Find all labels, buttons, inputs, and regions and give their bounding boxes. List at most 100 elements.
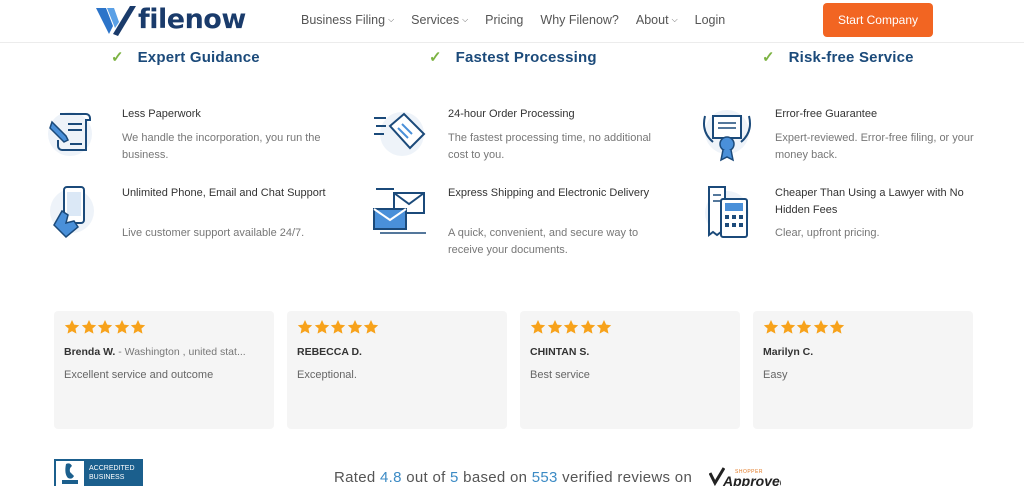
review-card: CHINTAN S. Best service: [520, 311, 740, 429]
star-icon: [796, 320, 812, 334]
reviewer-name-text: Brenda W.: [64, 346, 116, 358]
reviewer-name: Brenda W. - Washington , united stat...: [64, 346, 269, 358]
logo-text: filenow: [138, 4, 246, 35]
nav-why-filenow[interactable]: Why Filenow?: [540, 13, 619, 27]
certificate-award-icon: [703, 110, 751, 162]
star-icon: [114, 320, 129, 334]
review-text: Best service: [530, 369, 590, 381]
reviewer-name: REBECCA D.: [297, 346, 502, 358]
bbb-seal-icon: [56, 461, 84, 486]
chevron-down-icon: ⌵: [388, 15, 395, 24]
checkmark-icon: ✓: [111, 49, 124, 66]
star-icon: [813, 320, 828, 334]
main-nav: Business Filing ⌵ Services ⌵ Pricing Why F…: [301, 0, 742, 40]
rating-summary: Rated 4.8 out of 5 based on 553 verified…: [334, 469, 692, 486]
column-title: Fastest Processing: [455, 48, 597, 66]
star-rating: [530, 319, 613, 335]
star-icon: [347, 320, 362, 334]
star-icon: [363, 320, 379, 334]
paperwork-icon: [48, 112, 92, 156]
star-icon: [580, 320, 595, 334]
fast-document-icon: [374, 112, 426, 156]
nav-label: Services: [411, 13, 460, 27]
nav-label: About: [635, 13, 669, 27]
rating-max: 5: [450, 469, 459, 486]
column-heading-expert-guidance: ✓ Expert Guidance: [111, 46, 260, 68]
nav-label: Business Filing: [301, 13, 386, 27]
phone-icon: [50, 186, 94, 239]
bbb-line2: BUSINESS: [89, 474, 125, 481]
feature-title: Express Shipping and Electronic Delivery: [448, 187, 650, 199]
rating-score: 4.8: [380, 469, 402, 486]
star-icon: [563, 320, 579, 334]
review-text: Exceptional.: [297, 369, 357, 381]
rating-prefix: Rated: [334, 469, 376, 486]
star-icon: [81, 320, 96, 334]
rating-out-of: out of: [406, 469, 446, 486]
reviewer-name: CHINTAN S.: [530, 346, 735, 358]
star-icon: [314, 320, 329, 334]
bbb-label: ACCREDITED BUSINESS: [89, 464, 135, 482]
rating-based-on: based on: [463, 469, 528, 486]
reviewer-name-text: REBECCA D.: [297, 346, 362, 358]
column-title: Risk-free Service: [788, 48, 914, 66]
site-header: filenow Business Filing ⌵ Services ⌵ Prici…: [0, 0, 1024, 43]
column-title: Expert Guidance: [137, 48, 260, 66]
star-icon: [297, 320, 313, 334]
checkmark-icon: ✓: [762, 49, 775, 66]
star-rating: [763, 319, 846, 335]
star-icon: [780, 320, 795, 334]
feature-description: A quick, convenient, and secure way to r…: [448, 227, 639, 256]
review-count[interactable]: 553: [532, 469, 558, 486]
column-heading-risk-free-service: ✓ Risk-free Service: [762, 46, 914, 68]
star-icon: [829, 320, 845, 334]
feature-description: Expert-reviewed. Error-free filing, or y…: [775, 132, 974, 161]
feature-title: Less Paperwork: [122, 108, 201, 120]
star-icon: [130, 320, 146, 334]
star-icon: [64, 320, 80, 334]
nav-services[interactable]: Services ⌵: [411, 13, 468, 27]
feature-title: Cheaper Than Using a Lawyer with No Hidd…: [775, 187, 964, 216]
feature-description: The fastest processing time, no addition…: [448, 132, 652, 161]
review-text: Easy: [763, 369, 788, 381]
feature-title: Unlimited Phone, Email and Chat Support: [122, 187, 326, 199]
star-rating: [64, 319, 147, 335]
logo-mark-icon: [96, 6, 136, 36]
reviewer-location: - Washington , united stat...: [118, 346, 246, 358]
filenow-logo[interactable]: filenow: [96, 4, 246, 36]
feature-title: 24-hour Order Processing: [448, 108, 575, 120]
reviewer-name: Marilyn C.: [763, 346, 968, 358]
start-company-button[interactable]: Start Company: [823, 3, 933, 37]
review-card: Brenda W. - Washington , united stat... …: [54, 311, 274, 429]
bbb-accredited-badge[interactable]: ACCREDITED BUSINESS: [54, 459, 143, 486]
nav-business-filing[interactable]: Business Filing ⌵: [301, 13, 394, 27]
review-text: Excellent service and outcome: [64, 369, 214, 381]
chevron-down-icon: ⌵: [671, 15, 678, 24]
column-heading-fastest-processing: ✓ Fastest Processing: [429, 46, 597, 68]
nav-login[interactable]: Login: [695, 13, 726, 27]
bbb-line1: ACCREDITED: [89, 465, 135, 472]
star-rating: [297, 319, 380, 335]
rating-suffix: verified reviews on: [562, 469, 693, 486]
star-icon: [97, 320, 113, 334]
envelopes-icon: [373, 188, 426, 234]
feature-description: Clear, upfront pricing.: [775, 227, 880, 239]
shopper-approved-label: Approved: [723, 473, 781, 486]
star-icon: [530, 320, 546, 334]
nav-label: Pricing: [485, 13, 524, 27]
reviewer-name-text: CHINTAN S.: [530, 346, 590, 358]
nav-label: Why Filenow?: [540, 13, 619, 27]
review-card: Marilyn C. Easy: [753, 311, 973, 429]
star-icon: [330, 320, 346, 334]
checkmark-icon: ✓: [429, 49, 442, 66]
nav-about[interactable]: About ⌵: [636, 13, 678, 27]
star-icon: [596, 320, 612, 334]
nav-pricing[interactable]: Pricing: [485, 13, 523, 27]
star-icon: [547, 320, 562, 334]
shopper-approved-logo[interactable]: SHOPPER Approved: [709, 467, 781, 486]
star-icon: [763, 320, 779, 334]
feature-title: Error-free Guarantee: [775, 108, 878, 120]
receipt-calculator-icon: [705, 186, 749, 238]
feature-description: Live customer support available 24/7.: [122, 227, 305, 239]
nav-label: Login: [694, 13, 726, 27]
